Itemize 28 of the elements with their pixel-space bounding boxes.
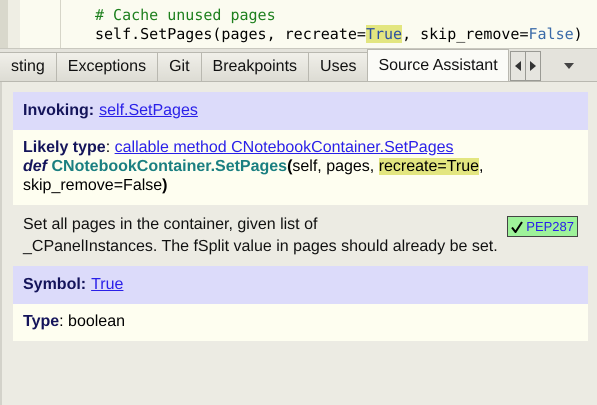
type-value: : boolean — [59, 313, 125, 330]
tab[interactable]: Uses — [308, 52, 368, 81]
tab[interactable]: Breakpoints — [200, 52, 310, 81]
editor-gutter — [0, 0, 61, 48]
likely-type-label: Likely type — [23, 139, 106, 156]
left-arrow-icon — [514, 61, 521, 71]
check-icon — [511, 220, 524, 232]
invoking-link[interactable]: self.SetPages — [99, 101, 198, 121]
type-label: Type — [23, 313, 60, 330]
symbol-label: Symbol: — [23, 275, 86, 295]
dropdown-icon[interactable] — [564, 63, 574, 69]
tab[interactable]: Git — [157, 52, 202, 81]
separator: : — [106, 139, 110, 156]
likely-type-link[interactable]: callable method CNotebookContainer.SetPages — [114, 139, 454, 156]
function-signature: def CNotebookContainer.SetPages(self, pages, recreate=True, skip_remove=False) — [23, 157, 484, 195]
tab[interactable]: Source Assistant — [367, 49, 509, 81]
description-text: _CPanelInstances. The fSplit value in pages should already be set. — [23, 237, 499, 256]
tab[interactable]: sting — [0, 52, 57, 81]
code-line: # Cache unused pages — [95, 6, 277, 25]
scroll-left-button[interactable] — [510, 51, 526, 81]
badge-text: PEP287 — [526, 218, 574, 236]
code-line: self.SetPages(pages, recreate=True, skip_remove=False) — [95, 25, 583, 44]
right-arrow-icon — [530, 61, 536, 71]
description-text: Set all pages in the container, given list of — [23, 215, 318, 234]
invoking-label: Invoking: — [23, 101, 94, 121]
tab[interactable]: Exceptions — [56, 52, 158, 81]
scroll-right-button[interactable] — [524, 51, 541, 81]
symbol-link[interactable]: True — [91, 275, 124, 295]
